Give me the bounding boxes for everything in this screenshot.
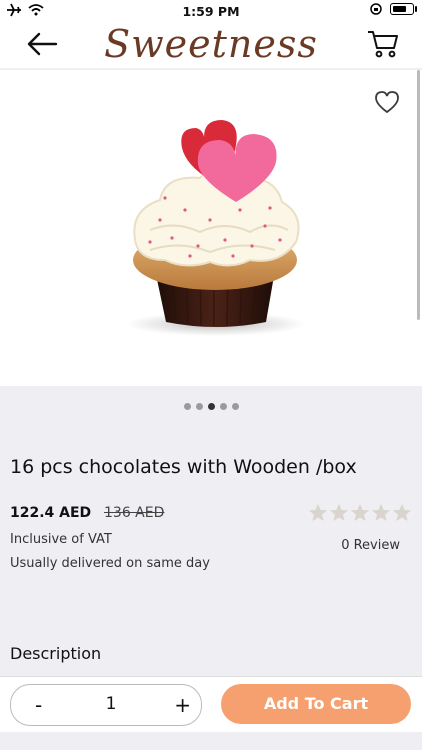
status-time: 1:59 PM xyxy=(182,4,240,19)
quantity-value: 1 xyxy=(105,694,117,714)
home-indicator-area xyxy=(0,732,422,750)
rating-stars xyxy=(308,503,412,523)
vat-note: Inclusive of VAT xyxy=(10,532,112,547)
description-heading[interactable]: Description xyxy=(10,644,101,663)
product-title: 16 pcs chocolates with Wooden /box xyxy=(10,456,357,478)
orientation-lock-icon xyxy=(370,3,382,15)
star-icon xyxy=(372,504,390,521)
star-icon xyxy=(309,504,327,521)
battery-icon xyxy=(390,3,417,15)
star-icon xyxy=(393,504,411,521)
app-logo: Sweetness xyxy=(104,22,318,66)
bottom-action-bar: - 1 + Add To Cart xyxy=(0,676,422,733)
favorite-heart-icon[interactable] xyxy=(374,90,400,114)
product-price: 122.4 AED xyxy=(10,505,92,521)
carousel-dot[interactable] xyxy=(219,403,227,410)
quantity-stepper: - 1 + xyxy=(10,684,202,726)
carousel-indicator xyxy=(0,403,422,410)
decrease-quantity-button[interactable]: - xyxy=(35,693,42,717)
cart-icon[interactable] xyxy=(366,28,400,60)
increase-quantity-button[interactable]: + xyxy=(174,693,191,717)
product-image-carousel[interactable] xyxy=(0,70,422,386)
product-image xyxy=(126,120,306,336)
status-bar: 1:59 PM xyxy=(0,0,422,22)
review-count[interactable]: 0 Review xyxy=(341,538,400,553)
app-header: Sweetness xyxy=(0,22,422,68)
add-to-cart-button[interactable]: Add To Cart xyxy=(221,684,411,724)
carousel-dot[interactable] xyxy=(195,403,203,410)
carousel-dot[interactable] xyxy=(183,403,191,410)
product-old-price: 136 AED xyxy=(104,505,165,521)
carousel-dot[interactable] xyxy=(231,403,239,410)
star-icon xyxy=(351,504,369,521)
delivery-note: Usually delivered on same day xyxy=(10,556,210,571)
carousel-dot-active[interactable] xyxy=(207,403,215,410)
scrollbar[interactable] xyxy=(417,70,420,320)
star-icon xyxy=(330,504,348,521)
status-right xyxy=(370,3,417,15)
